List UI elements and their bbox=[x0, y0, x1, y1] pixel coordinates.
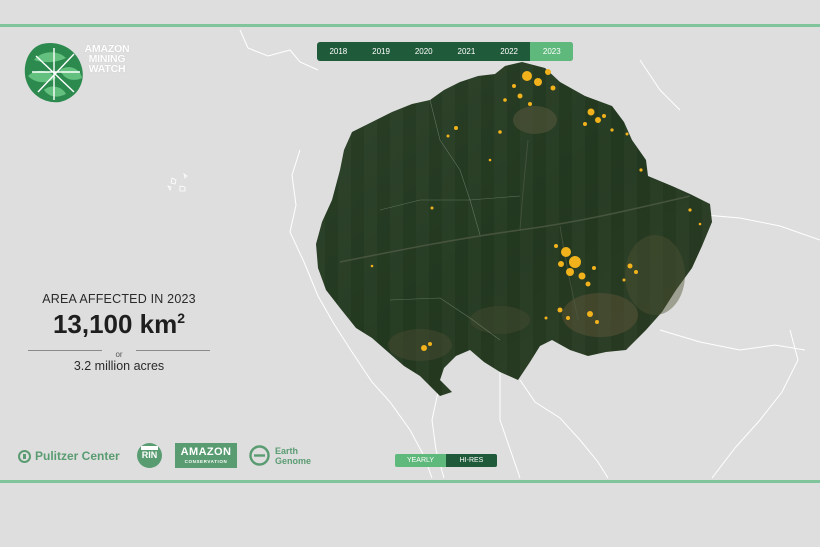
year-tab-2022[interactable]: 2022 bbox=[488, 42, 531, 61]
view-mode-toggle: YEARLY HI-RES bbox=[395, 454, 497, 467]
stats-heading: AREA AFFECTED IN 2023 bbox=[42, 292, 196, 306]
year-tab-2021[interactable]: 2021 bbox=[445, 42, 488, 61]
rin-label: RIN bbox=[141, 450, 158, 460]
separator-or: or bbox=[115, 350, 123, 359]
earth-genome-logo[interactable]: Earth Genome bbox=[249, 445, 311, 466]
amazon-conservation-title: AMAZON bbox=[180, 446, 232, 458]
view-yearly-button[interactable]: YEARLY bbox=[395, 454, 446, 467]
frame-top-line bbox=[0, 24, 820, 27]
year-tab-2018[interactable]: 2018 bbox=[317, 42, 360, 61]
frame-bottom-line bbox=[0, 480, 820, 483]
area-stats-panel: AREA AFFECTED IN 2023 13,100 km2 or 3.2 … bbox=[20, 292, 218, 373]
earth-genome-icon bbox=[249, 445, 270, 466]
pulitzer-center-logo[interactable]: Pulitzer Center bbox=[18, 449, 120, 463]
pulitzer-label: Pulitzer Center bbox=[35, 449, 120, 463]
amazon-basin bbox=[316, 62, 712, 396]
stats-acres-value: 3.2 million acres bbox=[73, 359, 165, 373]
year-tab-2019[interactable]: 2019 bbox=[360, 42, 403, 61]
stats-separator: or bbox=[20, 344, 218, 359]
galapagos-islands bbox=[167, 173, 188, 192]
logo-wordmark: AMAZON MINING WATCH bbox=[84, 43, 130, 75]
year-selector: 2018 2019 2020 2021 2022 2023 bbox=[317, 42, 574, 61]
separator-rule-right bbox=[136, 350, 210, 351]
earth-genome-label: Earth Genome bbox=[275, 445, 312, 466]
rin-logo[interactable]: RIN bbox=[137, 443, 162, 468]
pulitzer-icon bbox=[18, 449, 31, 463]
amazon-conservation-logo[interactable]: AMAZON CONSERVATION bbox=[175, 443, 237, 468]
separator-rule-left bbox=[28, 350, 102, 351]
amazon-conservation-subtitle: CONSERVATION bbox=[184, 459, 228, 464]
year-tab-2023[interactable]: 2023 bbox=[530, 42, 574, 61]
view-hires-button[interactable]: HI-RES bbox=[446, 454, 497, 467]
stats-area-number: 13,100 km bbox=[52, 309, 178, 339]
year-tab-2020[interactable]: 2020 bbox=[402, 42, 445, 61]
stats-area-value: 13,100 km2 bbox=[20, 309, 218, 340]
stats-area-unit-exponent: 2 bbox=[177, 310, 186, 326]
